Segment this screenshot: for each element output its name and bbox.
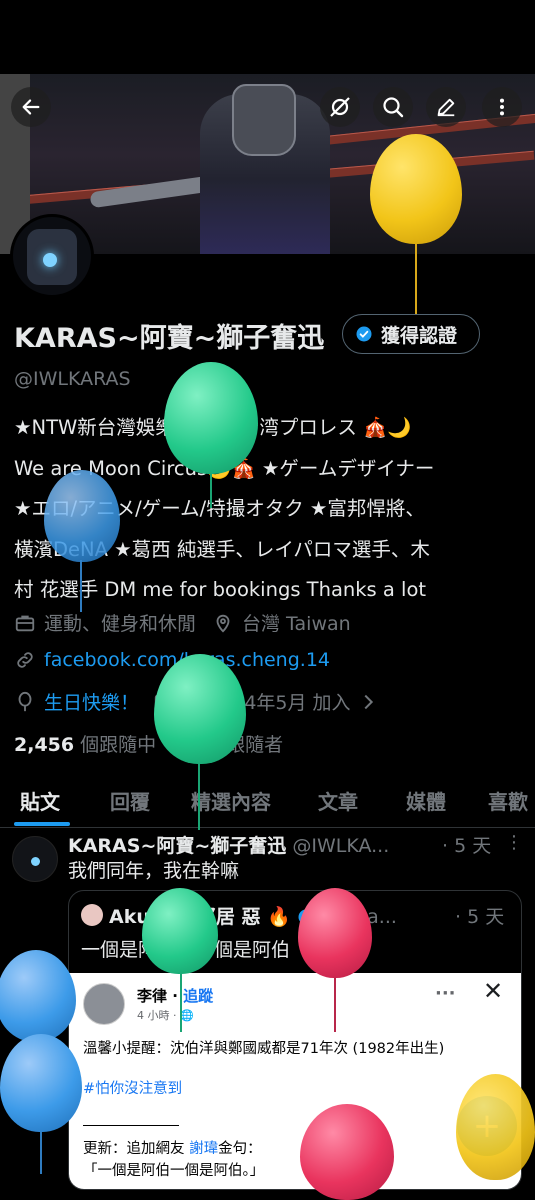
more-options-button[interactable] — [482, 87, 522, 127]
profile-category: 運動、健身和休閒 — [44, 613, 197, 635]
banner-figure-helmet — [232, 84, 296, 156]
fb-more-icon: ··· — [435, 983, 456, 1004]
balloon-string — [198, 760, 200, 830]
post-author-handle[interactable]: @IWLKA... — [292, 835, 389, 857]
bio-line: 村 花選手 DM me for bookings Thanks a lot — [14, 578, 427, 601]
get-verified-button[interactable]: 獲得認證 — [342, 314, 480, 354]
tab-posts[interactable]: 貼文 — [20, 786, 60, 815]
post-author-avatar[interactable] — [12, 836, 58, 882]
balloon-string — [40, 1128, 42, 1174]
post-time: · 5 天 — [442, 835, 492, 857]
bio-line: ★NTW新台灣娛樂摔角/新台湾プロレス 🎪🌙 — [14, 416, 412, 439]
search-button[interactable] — [373, 87, 413, 127]
more-vert-icon — [499, 98, 505, 116]
banner-figure-arm — [89, 175, 211, 209]
link-icon — [17, 652, 33, 668]
tab-media[interactable]: 媒體 — [406, 786, 446, 815]
quoted-post-time: · 5 天 — [455, 906, 505, 928]
search-icon — [383, 97, 404, 118]
fb-close-icon: ✕ — [483, 977, 504, 1005]
get-verified-label: 獲得認證 — [381, 324, 458, 347]
profile-name: KARAS~阿寶~獅子奮迅 — [14, 323, 325, 354]
balloon-green — [142, 888, 218, 974]
quoted-image-facebook-screenshot[interactable]: 李律 · 追蹤 4 小時 · 🌐 ··· ✕ 溫馨小提醒：沈伯洋與鄭國威都是71… — [69, 973, 521, 1189]
balloon-string — [210, 470, 212, 508]
fb-update-line: 更新：追加網友 謝瑋金句： — [83, 1141, 262, 1157]
post-author-name[interactable]: KARAS~阿寶~獅子奮迅 — [68, 835, 286, 857]
fb-author-name: 李律 — [137, 987, 168, 1005]
balloon-red — [300, 1104, 394, 1200]
balloon-green — [164, 362, 258, 474]
balloon-icon — [18, 691, 32, 711]
balloon-blue — [0, 1034, 82, 1132]
follow-stats: 2,456 個跟隨中 585 跟隨者 — [14, 730, 283, 757]
balloon-string — [334, 974, 336, 1032]
tab-highlights[interactable]: 精選內容 — [191, 786, 271, 815]
chevron-right-icon[interactable] — [357, 691, 379, 713]
quoted-author-avatar — [81, 904, 103, 926]
profile-handle: @IWLKARAS — [14, 368, 131, 390]
verified-badge-icon — [356, 326, 372, 342]
profile-meta-row: 運動、健身和休閒 台灣 Taiwan — [14, 609, 351, 636]
fb-hashtag: #怕你沒注意到 — [83, 1081, 183, 1097]
tab-articles[interactable]: 文章 — [318, 786, 358, 815]
fb-divider — [83, 1125, 179, 1126]
quoted-post[interactable]: Aku Kei 祁居 惡 🔥 @keia... · 5 天 一個是阿伯，一個是阿… — [68, 890, 522, 1190]
hide-replies-button[interactable] — [320, 87, 360, 127]
avatar-glow — [43, 253, 57, 267]
post-more-icon[interactable]: ⋮ — [505, 832, 523, 853]
balloon-blue — [0, 950, 76, 1042]
post-text: 我們同年，我在幹嘛 — [68, 860, 240, 882]
birthday-link[interactable]: 生日快樂！ — [44, 688, 139, 715]
location-pin-icon — [216, 614, 230, 633]
tab-likes[interactable]: 喜歡 — [488, 786, 528, 815]
fb-author-avatar — [83, 983, 125, 1025]
profile-location: 台灣 Taiwan — [242, 613, 351, 635]
balloon-string — [415, 242, 417, 314]
following-label: 個跟隨中 — [80, 734, 157, 756]
hide-replies-icon — [330, 97, 350, 117]
fb-post-line: 溫馨小提醒：沈伯洋與鄭國威都是71年次 (1982年出生) — [83, 1041, 445, 1057]
tab-replies[interactable]: 回覆 — [110, 786, 150, 815]
fb-post-time: 4 小時 · 🌐 — [137, 1009, 194, 1022]
balloon-red — [298, 888, 372, 978]
balloon-string — [80, 560, 82, 612]
profile-tabs: 貼文 回覆 精選內容 文章 媒體 喜歡 — [0, 784, 535, 828]
edit-button[interactable] — [426, 87, 466, 127]
balloon-blue — [44, 470, 120, 562]
balloon-green — [154, 654, 246, 764]
edit-icon — [437, 98, 455, 117]
fb-follow-label: 追蹤 — [183, 987, 214, 1005]
active-tab-indicator — [14, 822, 70, 826]
avatar-glow — [31, 857, 40, 866]
post-header: KARAS~阿寶~獅子奮迅 @IWLKA... — [68, 831, 389, 858]
globe-icon: 🌐 — [180, 1009, 194, 1022]
briefcase-icon — [15, 615, 35, 631]
fb-quote-line: 「一個是阿伯一個是阿伯。」 — [83, 1163, 265, 1179]
balloon-yellow — [370, 134, 462, 244]
back-button[interactable] — [11, 87, 51, 127]
fb-author-row: 李律 · 追蹤 — [137, 987, 214, 1005]
back-arrow-icon — [22, 99, 40, 115]
profile-avatar[interactable] — [10, 214, 94, 298]
following-link[interactable]: 2,456 個跟隨中 — [14, 734, 156, 756]
balloon-string — [180, 970, 182, 1032]
following-count: 2,456 — [14, 734, 75, 756]
balloon-yellow — [456, 1074, 535, 1180]
